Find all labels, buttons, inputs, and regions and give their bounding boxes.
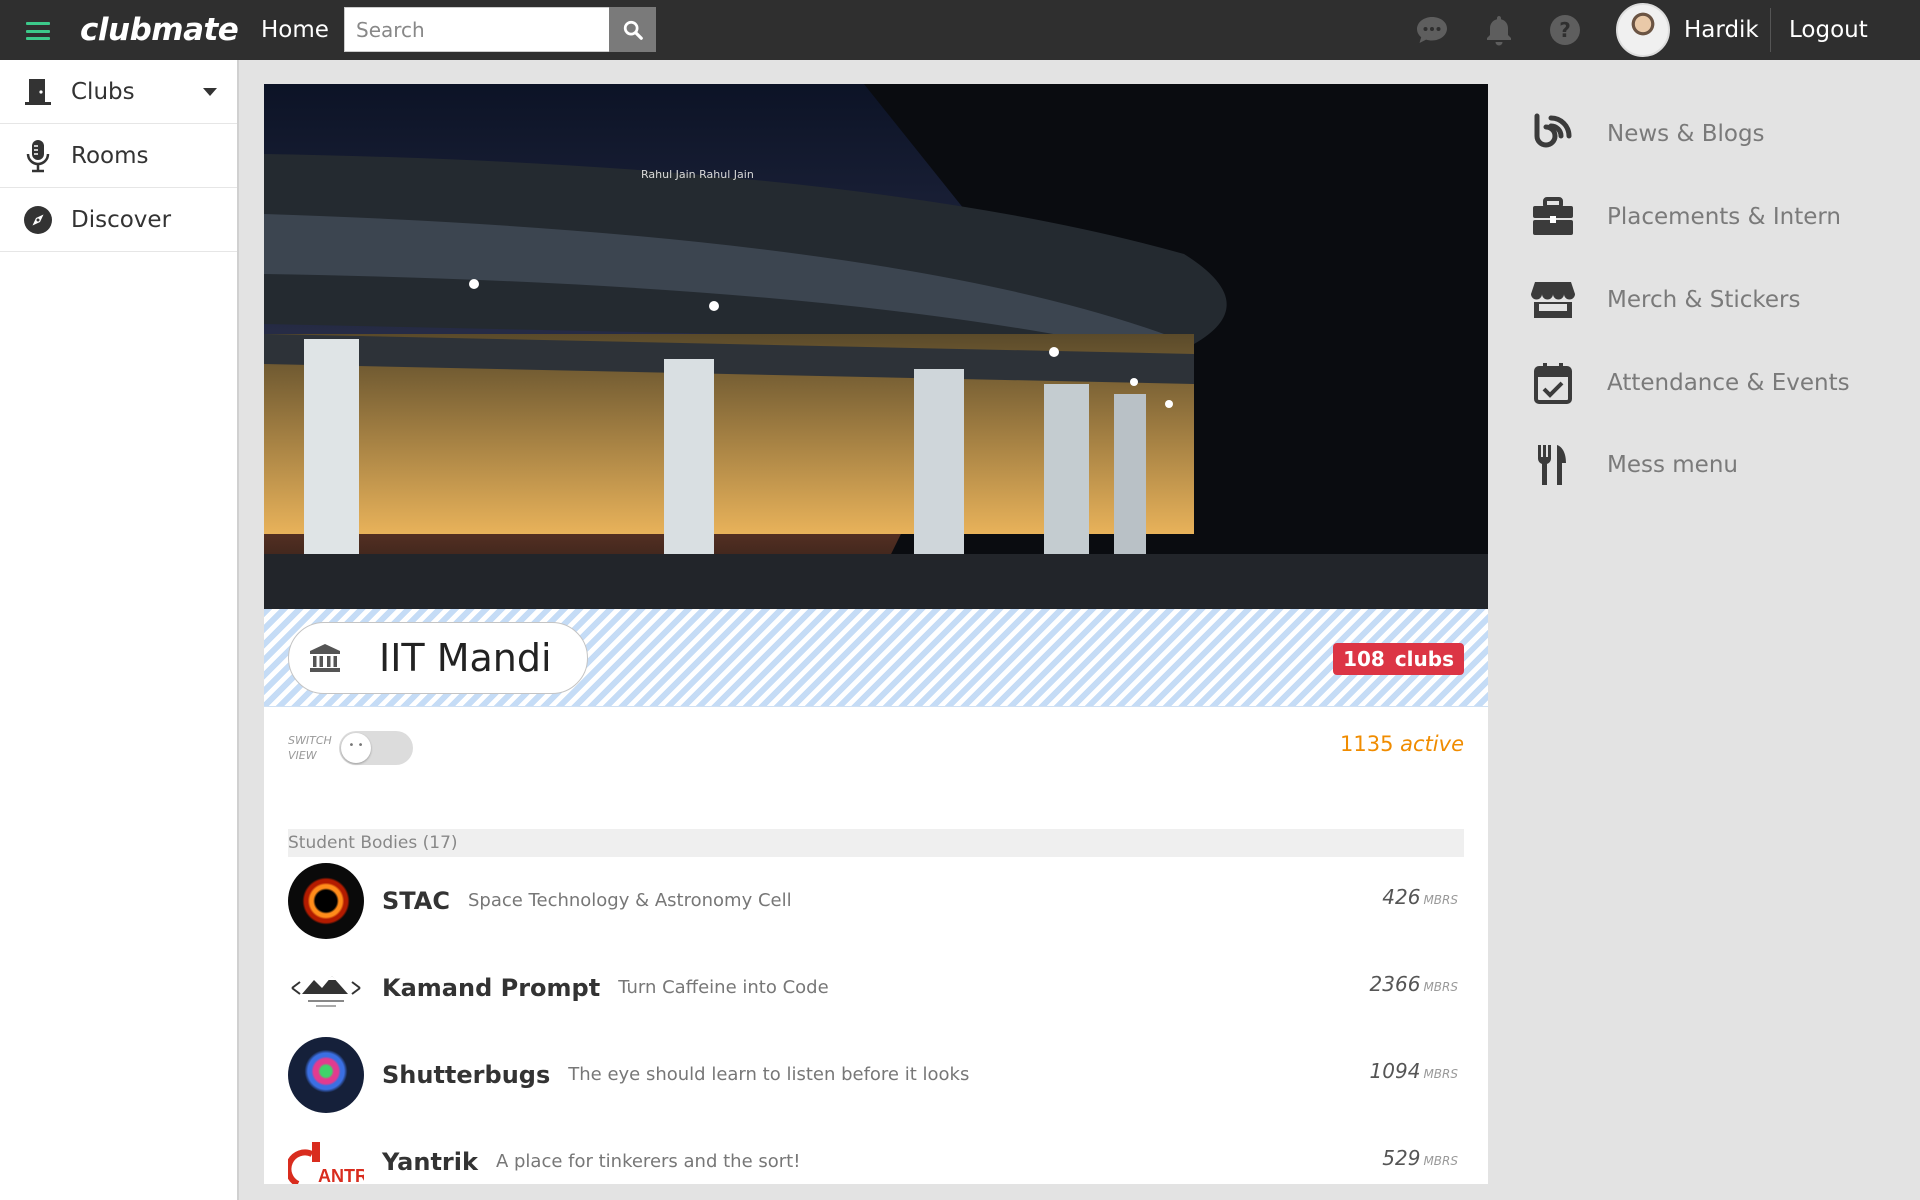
clubs-count-badge: 108 clubs: [1333, 643, 1464, 675]
svg-text:?: ?: [1559, 18, 1571, 42]
club-row-yantrik[interactable]: ANTRI Yantrik A place for tinkerers and …: [264, 1118, 1488, 1184]
calendar-check-icon: [1529, 359, 1577, 407]
avatar[interactable]: [1616, 3, 1670, 57]
search-icon: [623, 20, 643, 40]
clubs-count-label: clubs: [1394, 647, 1454, 671]
hamburger-icon[interactable]: [26, 22, 50, 40]
club-row-stac[interactable]: STAC Space Technology & Astronomy Cell 4…: [264, 857, 1488, 944]
door-icon: [21, 75, 55, 109]
club-members: 426 MBRS: [1382, 885, 1458, 909]
logout-button[interactable]: Logout: [1789, 17, 1868, 43]
username[interactable]: Hardik: [1684, 17, 1759, 43]
club-description: Turn Caffeine into Code: [618, 977, 829, 998]
compass-icon: [21, 203, 55, 237]
store-icon: [1529, 276, 1577, 324]
top-navbar: clubmate Home ? Hardik Logout: [0, 0, 1920, 60]
view-controls: SWITCH VIEW • • 1135 active: [264, 707, 1488, 829]
section-header: Student Bodies (17): [288, 829, 1464, 857]
college-banner: IIT Mandi 108 clubs: [264, 609, 1488, 707]
switch-view-label: SWITCH VIEW: [288, 734, 332, 762]
club-row-kamand-prompt[interactable]: Kamand Prompt Turn Caffeine into Code 23…: [264, 944, 1488, 1031]
university-icon: [309, 642, 341, 674]
club-name[interactable]: Kamand Prompt: [382, 974, 600, 1002]
search-input[interactable]: [344, 7, 609, 52]
college-card: Rahul Jain Rahul Jain IIT Mandi 108 club…: [264, 84, 1488, 1184]
cover-image: [264, 84, 1488, 609]
club-members: 529 MBRS: [1382, 1146, 1458, 1170]
sidebar-item-clubs[interactable]: Clubs: [0, 60, 237, 124]
college-name: IIT Mandi: [379, 636, 552, 680]
sidebar-item-label: Clubs: [71, 78, 135, 105]
link-placements-intern[interactable]: Placements & Intern: [1529, 187, 1909, 247]
svg-text:ANTRI: ANTRI: [318, 1166, 364, 1185]
toggle-knob: • •: [341, 733, 371, 763]
blog-feed-icon: [1529, 110, 1577, 158]
sidebar-item-label: Rooms: [71, 142, 149, 169]
club-logo-shutterbugs: [288, 1036, 364, 1113]
search-bar: [344, 7, 656, 52]
clubs-count: 108: [1343, 647, 1385, 671]
club-name[interactable]: Shutterbugs: [382, 1061, 550, 1089]
club-name[interactable]: Yantrik: [382, 1148, 478, 1176]
college-name-pill: IIT Mandi: [288, 622, 588, 694]
club-row-shutterbugs[interactable]: Shutterbugs The eye should learn to list…: [264, 1031, 1488, 1118]
left-sidebar: Clubs Rooms Discover: [0, 60, 239, 1200]
sidebar-item-rooms[interactable]: Rooms: [0, 124, 237, 188]
club-description: A place for tinkerers and the sort!: [495, 1151, 801, 1172]
club-logo-kamand-prompt: [288, 949, 364, 1026]
active-members-count: 1135 active: [1340, 732, 1464, 756]
club-members: 1094 MBRS: [1369, 1059, 1458, 1083]
link-attendance-events[interactable]: Attendance & Events: [1529, 353, 1909, 413]
link-label: Mess menu: [1607, 452, 1738, 478]
briefcase-icon: [1529, 193, 1577, 241]
search-button[interactable]: [609, 7, 656, 52]
club-description: The eye should learn to listen before it…: [568, 1064, 970, 1085]
bell-icon[interactable]: [1482, 13, 1516, 47]
help-icon[interactable]: ?: [1548, 13, 1582, 47]
link-label: News & Blogs: [1607, 121, 1765, 147]
link-merch-stickers[interactable]: Merch & Stickers: [1529, 270, 1909, 330]
switch-view-toggle[interactable]: • •: [339, 731, 413, 765]
link-label: Merch & Stickers: [1607, 287, 1801, 313]
club-logo-stac: [288, 862, 364, 939]
college-cover-photo: Rahul Jain Rahul Jain: [264, 84, 1488, 609]
club-description: Space Technology & Astronomy Cell: [467, 890, 792, 911]
link-label: Placements & Intern: [1607, 204, 1841, 230]
club-members: 2366 MBRS: [1369, 972, 1458, 996]
link-label: Attendance & Events: [1607, 370, 1850, 396]
photo-credit: Rahul Jain Rahul Jain: [641, 168, 754, 181]
link-news-blogs[interactable]: News & Blogs: [1529, 104, 1909, 164]
header-divider: [1770, 8, 1771, 52]
home-link[interactable]: Home: [261, 17, 329, 43]
link-mess-menu[interactable]: Mess menu: [1529, 435, 1909, 495]
microphone-icon: [21, 139, 55, 173]
club-name[interactable]: STAC: [382, 887, 450, 915]
utensils-icon: [1529, 441, 1577, 489]
app-logo[interactable]: clubmate: [80, 12, 239, 48]
chevron-down-icon[interactable]: [203, 88, 217, 96]
club-logo-yantrik: ANTRI: [288, 1123, 364, 1185]
sidebar-item-label: Discover: [71, 206, 172, 233]
chat-icon[interactable]: [1415, 13, 1449, 47]
sidebar-item-discover[interactable]: Discover: [0, 188, 237, 252]
